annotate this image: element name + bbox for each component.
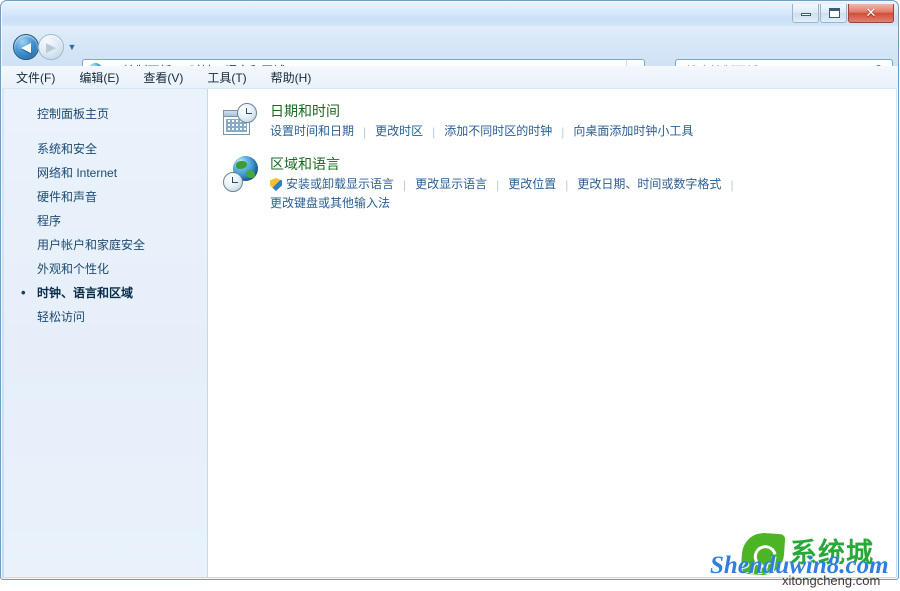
link-separator: | bbox=[565, 177, 569, 192]
link-change-location[interactable]: 更改位置 bbox=[508, 176, 556, 193]
link-change-date-time-number-formats[interactable]: 更改日期、时间或数字格式 bbox=[577, 176, 721, 193]
menu-view[interactable]: 查看(V) bbox=[143, 69, 183, 86]
category-links-region-language-row2: 更改键盘或其他输入法 bbox=[270, 195, 743, 212]
menu-help[interactable]: 帮助(H) bbox=[271, 69, 312, 86]
sidebar-item-appearance[interactable]: 外观和个性化 bbox=[4, 257, 207, 281]
sidebar-item-system-security[interactable]: 系统和安全 bbox=[4, 137, 207, 161]
maximize-button[interactable] bbox=[820, 4, 847, 23]
link-separator: | bbox=[496, 177, 500, 192]
window-controls: ✕ bbox=[791, 4, 894, 23]
link-add-clock-gadget[interactable]: 向桌面添加时钟小工具 bbox=[573, 123, 693, 140]
sidebar-item-hardware-sound[interactable]: 硬件和声音 bbox=[4, 185, 207, 209]
date-time-icon bbox=[222, 101, 266, 145]
category-title-region-language[interactable]: 区域和语言 bbox=[270, 155, 340, 174]
globe-landmass bbox=[236, 161, 247, 169]
link-separator: | bbox=[363, 124, 367, 139]
recent-pages-button[interactable]: ▼ bbox=[66, 42, 78, 52]
menu-file[interactable]: 文件(F) bbox=[16, 69, 55, 86]
menu-tools[interactable]: 工具(T) bbox=[207, 69, 246, 86]
sidebar-item-user-accounts[interactable]: 用户帐户和家庭安全 bbox=[4, 233, 207, 257]
content-area: 控制面板主页 系统和安全 网络和 Internet 硬件和声音 程序 用户帐户和… bbox=[4, 89, 896, 577]
uac-shield-icon bbox=[270, 178, 282, 191]
clock-icon bbox=[223, 172, 243, 192]
category-body: 日期和时间 设置时间和日期 | 更改时区 | 添加不同时区的时钟 | 向桌面添加… bbox=[270, 101, 693, 145]
control-panel-window: ✕ ◀ ▶ ▼ ▸ 控制面板 ▸ 时钟、语言和区域 ▾ ↻ 搜索控制面板 ⚲ bbox=[0, 0, 899, 580]
link-separator: | bbox=[730, 177, 734, 192]
forward-button[interactable]: ▶ bbox=[38, 34, 64, 60]
sidebar-item-network-internet[interactable]: 网络和 Internet bbox=[4, 161, 207, 185]
category-links-region-language: 安装或卸载显示语言 | 更改显示语言 | 更改位置 | 更改日期、时间或数字格式… bbox=[270, 176, 743, 193]
menu-bar: 文件(F) 编辑(E) 查看(V) 工具(T) 帮助(H) bbox=[2, 66, 898, 88]
sidebar-item-ease-of-access[interactable]: 轻松访问 bbox=[4, 305, 207, 329]
menu-edit[interactable]: 编辑(E) bbox=[79, 69, 119, 86]
navigation-bar: ◀ ▶ ▼ ▸ 控制面板 ▸ 时钟、语言和区域 ▾ ↻ 搜索控制面板 ⚲ bbox=[2, 26, 898, 81]
link-add-clocks-other-zones[interactable]: 添加不同时区的时钟 bbox=[444, 123, 552, 140]
minimize-button[interactable] bbox=[792, 4, 819, 23]
sidebar: 控制面板主页 系统和安全 网络和 Internet 硬件和声音 程序 用户帐户和… bbox=[4, 89, 208, 577]
forward-arrow-icon: ▶ bbox=[46, 39, 56, 55]
close-icon: ✕ bbox=[865, 5, 877, 20]
sidebar-item-programs[interactable]: 程序 bbox=[4, 209, 207, 233]
link-separator: | bbox=[432, 124, 436, 139]
link-install-uninstall-display-languages[interactable]: 安装或卸载显示语言 bbox=[286, 176, 394, 193]
globe-landmass bbox=[246, 170, 255, 178]
minimize-icon bbox=[801, 13, 811, 16]
sidebar-item-clock-language-region[interactable]: 时钟、语言和区域 bbox=[4, 281, 207, 305]
title-bar: ✕ bbox=[2, 2, 898, 26]
back-arrow-icon: ◀ bbox=[21, 39, 31, 55]
back-button[interactable]: ◀ bbox=[13, 34, 39, 60]
link-change-time-zone[interactable]: 更改时区 bbox=[375, 123, 423, 140]
link-separator: | bbox=[561, 124, 565, 139]
link-change-keyboards-input-methods[interactable]: 更改键盘或其他输入法 bbox=[270, 195, 390, 212]
link-set-time-date[interactable]: 设置时间和日期 bbox=[270, 123, 354, 140]
maximize-icon bbox=[829, 8, 840, 18]
close-button[interactable]: ✕ bbox=[848, 4, 894, 23]
link-separator: | bbox=[403, 177, 407, 192]
main-panel: 日期和时间 设置时间和日期 | 更改时区 | 添加不同时区的时钟 | 向桌面添加… bbox=[208, 89, 896, 577]
clock-icon bbox=[237, 103, 257, 123]
category-region-language: 区域和语言 安装或卸载显示语言 | 更改显示语言 | 更改位置 | 更改日期、时… bbox=[222, 154, 896, 212]
region-language-icon bbox=[222, 154, 266, 198]
sidebar-item-home[interactable]: 控制面板主页 bbox=[4, 102, 207, 126]
shield-body bbox=[270, 178, 282, 191]
category-body: 区域和语言 安装或卸载显示语言 | 更改显示语言 | 更改位置 | 更改日期、时… bbox=[270, 154, 743, 212]
category-date-time: 日期和时间 设置时间和日期 | 更改时区 | 添加不同时区的时钟 | 向桌面添加… bbox=[222, 101, 896, 145]
category-title-date-time[interactable]: 日期和时间 bbox=[270, 102, 340, 121]
link-change-display-language[interactable]: 更改显示语言 bbox=[415, 176, 487, 193]
category-links-date-time: 设置时间和日期 | 更改时区 | 添加不同时区的时钟 | 向桌面添加时钟小工具 bbox=[270, 123, 693, 140]
